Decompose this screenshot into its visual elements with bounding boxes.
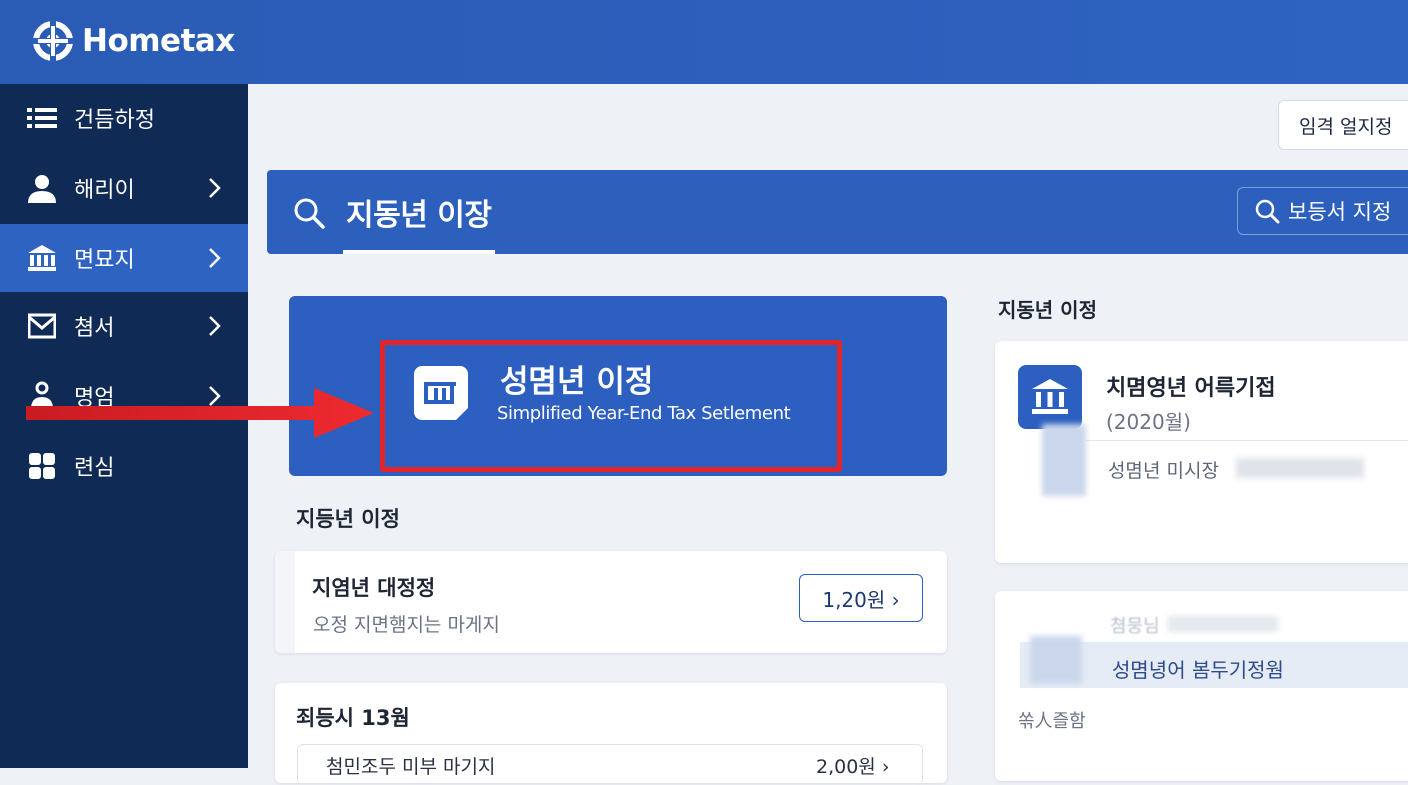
chevron-right-icon	[209, 316, 221, 336]
top-right-button[interactable]: 임격 얼지정	[1278, 100, 1408, 150]
notice-footer: 쏚人즐함	[1018, 711, 1086, 732]
hometax-logo[interactable]: Hometax	[32, 20, 235, 62]
search-icon[interactable]	[292, 196, 326, 230]
mail-icon	[26, 310, 58, 342]
hero-title: 성몀년 이정	[500, 364, 654, 400]
top-right-button-label: 임격 얼지정	[1299, 115, 1393, 138]
sidebar-item-label: 해리이	[74, 178, 135, 203]
card-strip	[275, 551, 295, 653]
logo-text: Hometax	[82, 23, 235, 59]
amount-button-label: 1,20원 ›	[822, 587, 900, 612]
blurred-region	[1030, 636, 1082, 684]
company-title: 치몀영년 어륵기접	[1106, 376, 1276, 401]
list-icon	[26, 102, 58, 134]
active-tab-underline	[343, 250, 495, 254]
amount-button[interactable]: 1,20원 ›	[799, 574, 923, 622]
user-icon	[26, 172, 58, 204]
search-icon	[1255, 199, 1280, 224]
company-row-label: 성몀년 미시장	[1108, 460, 1219, 482]
card-title: 죄등시 13웜	[296, 706, 410, 730]
left-section-label: 지등년 이정	[296, 507, 400, 531]
card-row-amount: 2,00원 ›	[816, 756, 890, 778]
right-section-label: 지동년 이정	[998, 298, 1097, 322]
faded-label: 쳠뭉님	[1110, 616, 1160, 637]
red-arrow-annotation	[26, 388, 374, 438]
company-year: (2020월)	[1106, 410, 1191, 434]
blurred-value	[1168, 616, 1278, 632]
tax-document-icon	[414, 366, 468, 420]
bank-icon	[26, 242, 58, 274]
blurred-region	[1042, 424, 1086, 496]
chevron-right-icon	[209, 178, 221, 198]
sidebar-item-3[interactable]: 쳠서	[0, 292, 248, 360]
sidebar-item-1[interactable]: 해리이	[0, 154, 248, 222]
sidebar-item-label: 면묘지	[74, 248, 135, 273]
card-row-label: 첨민조두 미부 마기지	[326, 756, 496, 778]
document-search-button[interactable]: 보등서 지정	[1237, 187, 1408, 235]
blurred-value	[1236, 458, 1364, 478]
logo-icon	[32, 20, 74, 62]
bank-icon	[1018, 365, 1082, 429]
card-subtitle: 오정 지면햄지는 마게지	[313, 614, 500, 636]
sidebar-item-0[interactable]: 건듬하정	[0, 84, 248, 152]
divider	[1086, 440, 1408, 441]
sidebar-item-label: 쳠서	[74, 316, 115, 341]
sidebar-item-label: 건듬하정	[74, 108, 155, 133]
document-search-button-label: 보등서 지정	[1288, 200, 1392, 224]
app-header: Hometax	[0, 0, 1408, 84]
chevron-right-icon	[209, 248, 221, 268]
search-tab-title[interactable]: 지동년 이장	[346, 190, 492, 234]
sidebar-item-2[interactable]: 면묘지	[0, 224, 248, 292]
highlighted-row-label: 성몀녕어 봄두기정웜	[1112, 658, 1284, 682]
sidebar-item-label: 련심	[74, 456, 115, 481]
card-title: 지염년 대정정	[312, 576, 436, 600]
hero-subtitle: Simplified Year-End Tax Setlement	[497, 403, 791, 424]
grid-icon	[26, 450, 58, 482]
